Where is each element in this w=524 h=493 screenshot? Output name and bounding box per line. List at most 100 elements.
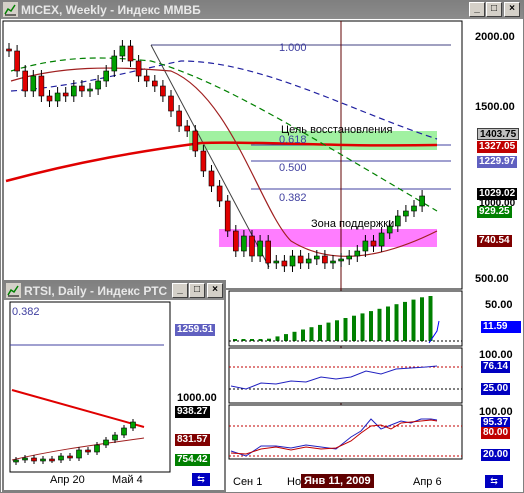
candle-body	[152, 80, 158, 87]
candle-body	[13, 459, 19, 463]
candle-body	[67, 455, 73, 459]
candle-body	[40, 458, 46, 462]
candle-body	[103, 70, 109, 82]
candle-body	[378, 232, 385, 247]
maximize-button[interactable]: □	[486, 2, 502, 17]
price-axis[interactable]: 2000.00 1500.00 500.00 1403.75 1327.05 1…	[463, 21, 523, 289]
candle-body	[224, 200, 231, 232]
candle-body	[403, 210, 409, 217]
candle-body	[95, 80, 101, 90]
candle-body	[111, 55, 118, 72]
candle-body	[143, 75, 150, 82]
candle-body	[127, 45, 134, 62]
fib-618-label: 0.618	[279, 134, 307, 146]
candle-body	[135, 60, 142, 77]
oscillator-1-axis[interactable]: 50.00 11.59	[463, 291, 523, 346]
candle-body	[200, 150, 207, 172]
oscillator-3-axis[interactable]: 100.00 95.37 80.00 20.00	[463, 405, 523, 461]
osc2-tick-100: 100.00	[479, 349, 513, 361]
rtsi-price-pane	[9, 301, 171, 473]
candle-body	[87, 88, 93, 92]
histogram-bar	[403, 301, 407, 341]
tag-1327: 1327.05	[477, 141, 518, 153]
candle-body	[411, 205, 417, 212]
price-tick-1500: 1500.00	[475, 101, 515, 113]
candle-body	[121, 427, 127, 436]
osc2-tag-76: 76.14	[481, 361, 511, 373]
candle-body	[49, 458, 55, 462]
candle-body	[370, 240, 377, 247]
close-button[interactable]: ×	[504, 2, 520, 17]
rtsi-price-axis[interactable]: 1259.51 1000.00 938.27 831.57 754.42	[173, 302, 223, 472]
candle-body	[338, 258, 344, 262]
candle-body	[233, 230, 239, 252]
rtsi-tag-938: 938.27	[175, 406, 210, 418]
rtsi-fib-382-label: 0.382	[12, 306, 40, 318]
candle-body	[6, 48, 12, 52]
candle-body	[58, 455, 64, 461]
histogram-bar	[301, 329, 305, 341]
candle-body	[176, 110, 182, 127]
candle-body	[265, 240, 272, 264]
candle-body	[38, 75, 45, 97]
candle-body	[14, 50, 20, 72]
price-tick-2000: 2000.00	[475, 31, 515, 43]
oscillator-2-axis[interactable]: 100.00 76.14 25.00	[463, 348, 523, 403]
histogram-bar	[369, 311, 373, 341]
rtsi-scroll-to-end-button[interactable]: ⇆	[192, 473, 210, 486]
maximize-button[interactable]: □	[189, 283, 205, 298]
histogram-bar	[275, 336, 280, 341]
oscillator-pane-3	[228, 404, 463, 460]
scroll-to-end-button[interactable]: ⇆	[485, 475, 503, 488]
histogram-bar	[343, 318, 348, 341]
histogram-bar	[309, 327, 314, 341]
rtsi-title-bar[interactable]: RTSI, Daily - Индекс РТС _ □ ×	[4, 282, 224, 300]
histogram-bar	[428, 296, 433, 341]
candle-body	[119, 45, 126, 57]
osc3-tag-20: 20.00	[481, 449, 511, 461]
fib-382-label: 0.382	[279, 192, 307, 204]
x-axis-strip	[229, 460, 523, 474]
candle-body	[354, 250, 361, 257]
oscillator-pane-2	[228, 347, 463, 404]
rtsi-tag-1259: 1259.51	[175, 324, 216, 336]
rtsi-x-label-apr20: Апр 20	[50, 474, 85, 486]
candle-body	[168, 95, 174, 112]
osc2-tag-25: 25.00	[481, 383, 511, 395]
candle-body	[112, 434, 118, 441]
candle-body	[76, 449, 82, 459]
histogram-bar	[284, 334, 288, 341]
candle-body	[346, 255, 353, 260]
x-label-sep: Сен 1	[233, 476, 263, 488]
chart-window-icon	[6, 283, 21, 298]
minimize-button[interactable]: _	[172, 283, 188, 298]
close-button[interactable]: ×	[207, 283, 223, 298]
candle-body	[46, 95, 53, 102]
tag-1403: 1403.75	[477, 128, 520, 140]
x-label-apr: Апр 6	[413, 476, 442, 488]
candle-body	[62, 92, 69, 97]
support-zone-label: Зона поддержки	[311, 218, 395, 230]
tag-929: 929.25	[477, 206, 512, 218]
tag-1229: 1229.97	[477, 156, 518, 168]
minimize-button[interactable]: _	[469, 2, 485, 17]
tag-740: 740.54	[477, 235, 512, 247]
candle-body	[30, 75, 37, 92]
price-tick-500: 500.00	[475, 273, 509, 285]
candle-body	[94, 444, 100, 453]
candle-body	[22, 457, 28, 461]
histogram-bar	[292, 331, 297, 341]
micex-window-title: MICEX, Weekly - Индекс ММВБ	[21, 3, 201, 17]
candle-body	[103, 439, 109, 446]
rtsi-x-label-may4: Май 4	[112, 474, 143, 486]
candle-body	[394, 215, 401, 227]
rtsi-chart-window[interactable]: RTSI, Daily - Индекс РТС _ □ × 0.382 125…	[2, 280, 226, 492]
osc3-tag-80: 80.00	[481, 427, 511, 439]
histogram-bar	[386, 306, 390, 341]
histogram-bar	[352, 315, 356, 341]
candle-body	[297, 255, 304, 264]
candle-body	[289, 255, 296, 267]
micex-title-bar[interactable]: MICEX, Weekly - Индекс ММВБ _ □ ×	[1, 1, 523, 19]
candle-body	[54, 92, 61, 102]
candle-body	[192, 130, 199, 152]
